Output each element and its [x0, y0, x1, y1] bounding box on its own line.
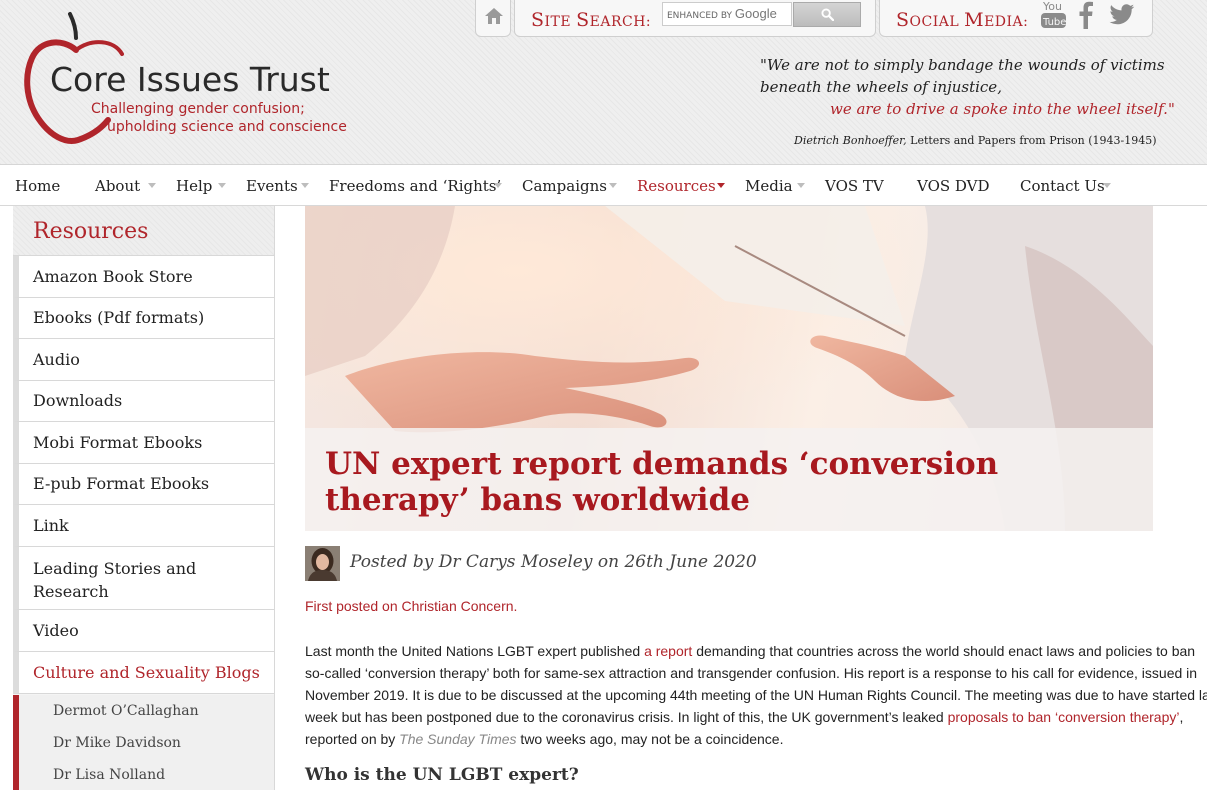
sidebar-item-downloads[interactable]: Downloads — [13, 381, 274, 422]
nav-vos-dvd[interactable]: VOS DVD — [917, 177, 990, 195]
sidebar-subitem-dermot-ocallaghan[interactable]: Dermot O’Callaghan — [13, 695, 274, 727]
article-line-3: November 2019. It is due to be discussed… — [305, 687, 1207, 703]
chevron-down-icon — [797, 183, 805, 188]
sidebar-item-ebooks-pdf[interactable]: Ebooks (Pdf formats) — [13, 298, 274, 339]
svg-text:Tube: Tube — [1042, 17, 1066, 28]
article-line-2: so-called ‘conversion therapy’ both for … — [305, 665, 1198, 681]
hero-caption: UN expert report demands ‘conversion the… — [305, 428, 1153, 531]
nav-freedoms-rights[interactable]: Freedoms and ‘Rights’ — [329, 177, 501, 195]
sidebar-item-mobi-ebooks[interactable]: Mobi Format Ebooks — [13, 422, 274, 464]
site-search-label: SITE SEARCH: — [531, 9, 652, 31]
nav-contact-us[interactable]: Contact Us — [1020, 177, 1105, 195]
nav-about[interactable]: About — [95, 177, 140, 195]
nav-resources[interactable]: Resources — [637, 177, 716, 195]
quote-author: Dietrich Bonhoeffer, — [794, 134, 907, 147]
sunday-times-link[interactable]: The Sunday Times — [399, 731, 516, 747]
chevron-down-icon — [1103, 183, 1111, 188]
site-search-box: SITE SEARCH: ENHANCED BY Google — [514, 0, 876, 37]
author-avatar — [305, 546, 340, 581]
nav-campaigns[interactable]: Campaigns — [522, 177, 607, 195]
quote-line-3: we are to drive a spoke into the wheel i… — [830, 100, 1175, 118]
google-brand-text: Google — [734, 6, 777, 21]
article-body: Last month the United Nations LGBT exper… — [305, 640, 1207, 750]
search-icon — [821, 8, 834, 21]
home-icon — [485, 8, 503, 24]
nav-media[interactable]: Media — [745, 177, 793, 195]
logo-tagline-line2: upholding science and conscience — [107, 119, 347, 135]
quote-line-1: "We are not to simply bandage the wounds… — [760, 56, 1165, 74]
social-media-box: SOCIAL MEDIA: You Tube — [879, 0, 1153, 37]
article-line-4: week but has been postponed due to the c… — [305, 709, 1184, 725]
sidebar-item-video[interactable]: Video — [13, 610, 274, 652]
sidebar-item-audio[interactable]: Audio — [13, 339, 274, 381]
quote-line-2: beneath the wheels of injustice, — [760, 78, 1002, 96]
header-quote: "We are not to simply bandage the wounds… — [760, 54, 1175, 120]
chevron-down-icon — [494, 183, 502, 188]
report-link[interactable]: a report — [644, 643, 692, 659]
sidebar-item-epub-ebooks[interactable]: E-pub Format Ebooks — [13, 464, 274, 505]
article-title: UN expert report demands ‘conversion the… — [325, 446, 999, 518]
chevron-down-icon — [609, 183, 617, 188]
search-placeholder-prefix: ENHANCED BY — [667, 11, 733, 21]
sidebar-subitem-mike-davidson[interactable]: Dr Mike Davidson — [13, 727, 274, 759]
sidebar-title-block: Resources — [13, 206, 274, 256]
sidebar-item-leading-stories[interactable]: Leading Stories and Research — [13, 547, 274, 610]
first-posted-link[interactable]: First posted on Christian Concern. — [305, 598, 517, 614]
twitter-icon[interactable] — [1108, 4, 1136, 26]
sidebar-item-culture-sexuality-blogs[interactable]: Culture and Sexuality Blogs — [13, 652, 274, 694]
search-button[interactable] — [793, 2, 861, 27]
nav-events[interactable]: Events — [246, 177, 298, 195]
quote-source: Letters and Papers from Prison (1943-194… — [910, 134, 1157, 147]
proposals-link[interactable]: proposals to ban ‘conversion therapy’ — [948, 709, 1180, 725]
sidebar-subitem-lisa-nolland[interactable]: Dr Lisa Nolland — [13, 759, 274, 790]
sidebar-item-amazon-book-store[interactable]: Amazon Book Store — [13, 256, 274, 298]
chevron-down-icon — [717, 183, 725, 188]
search-input[interactable]: ENHANCED BY Google — [662, 2, 792, 26]
nav-help[interactable]: Help — [176, 177, 212, 195]
chevron-down-icon — [148, 183, 156, 188]
article-line-1: Last month the United Nations LGBT exper… — [305, 643, 1196, 659]
article-subheading: Who is the UN LGBT expert? — [305, 765, 579, 785]
home-button[interactable] — [475, 0, 511, 37]
site-header: Core Issues Trust Challenging gender con… — [0, 0, 1207, 165]
youtube-icon[interactable]: You Tube — [1040, 0, 1068, 31]
chevron-down-icon — [301, 183, 309, 188]
main-nav: Home About Help Events Freedoms and ‘Rig… — [0, 166, 1207, 206]
sidebar-title[interactable]: Resources — [33, 219, 148, 244]
svg-text:You: You — [1042, 0, 1062, 13]
article-line-5: reported on by The Sunday Times two week… — [305, 731, 784, 747]
author-avatar-image — [305, 546, 340, 581]
resources-sidebar: Resources Amazon Book Store Ebooks (Pdf … — [13, 206, 275, 790]
logo-title[interactable]: Core Issues Trust — [50, 60, 330, 99]
article-byline: Posted by Dr Carys Moseley on 26th June … — [350, 552, 757, 572]
social-media-label: SOCIAL MEDIA: — [896, 9, 1029, 31]
quote-attribution: Dietrich Bonhoeffer, Letters and Papers … — [794, 134, 1157, 147]
chevron-down-icon — [218, 183, 226, 188]
logo-tagline-line1: Challenging gender confusion; — [91, 101, 305, 117]
nav-home[interactable]: Home — [15, 177, 60, 195]
facebook-icon[interactable] — [1078, 1, 1094, 29]
sidebar-item-link[interactable]: Link — [13, 505, 274, 547]
nav-vos-tv[interactable]: VOS TV — [825, 177, 884, 195]
article-hero-image: UN expert report demands ‘conversion the… — [305, 206, 1153, 531]
